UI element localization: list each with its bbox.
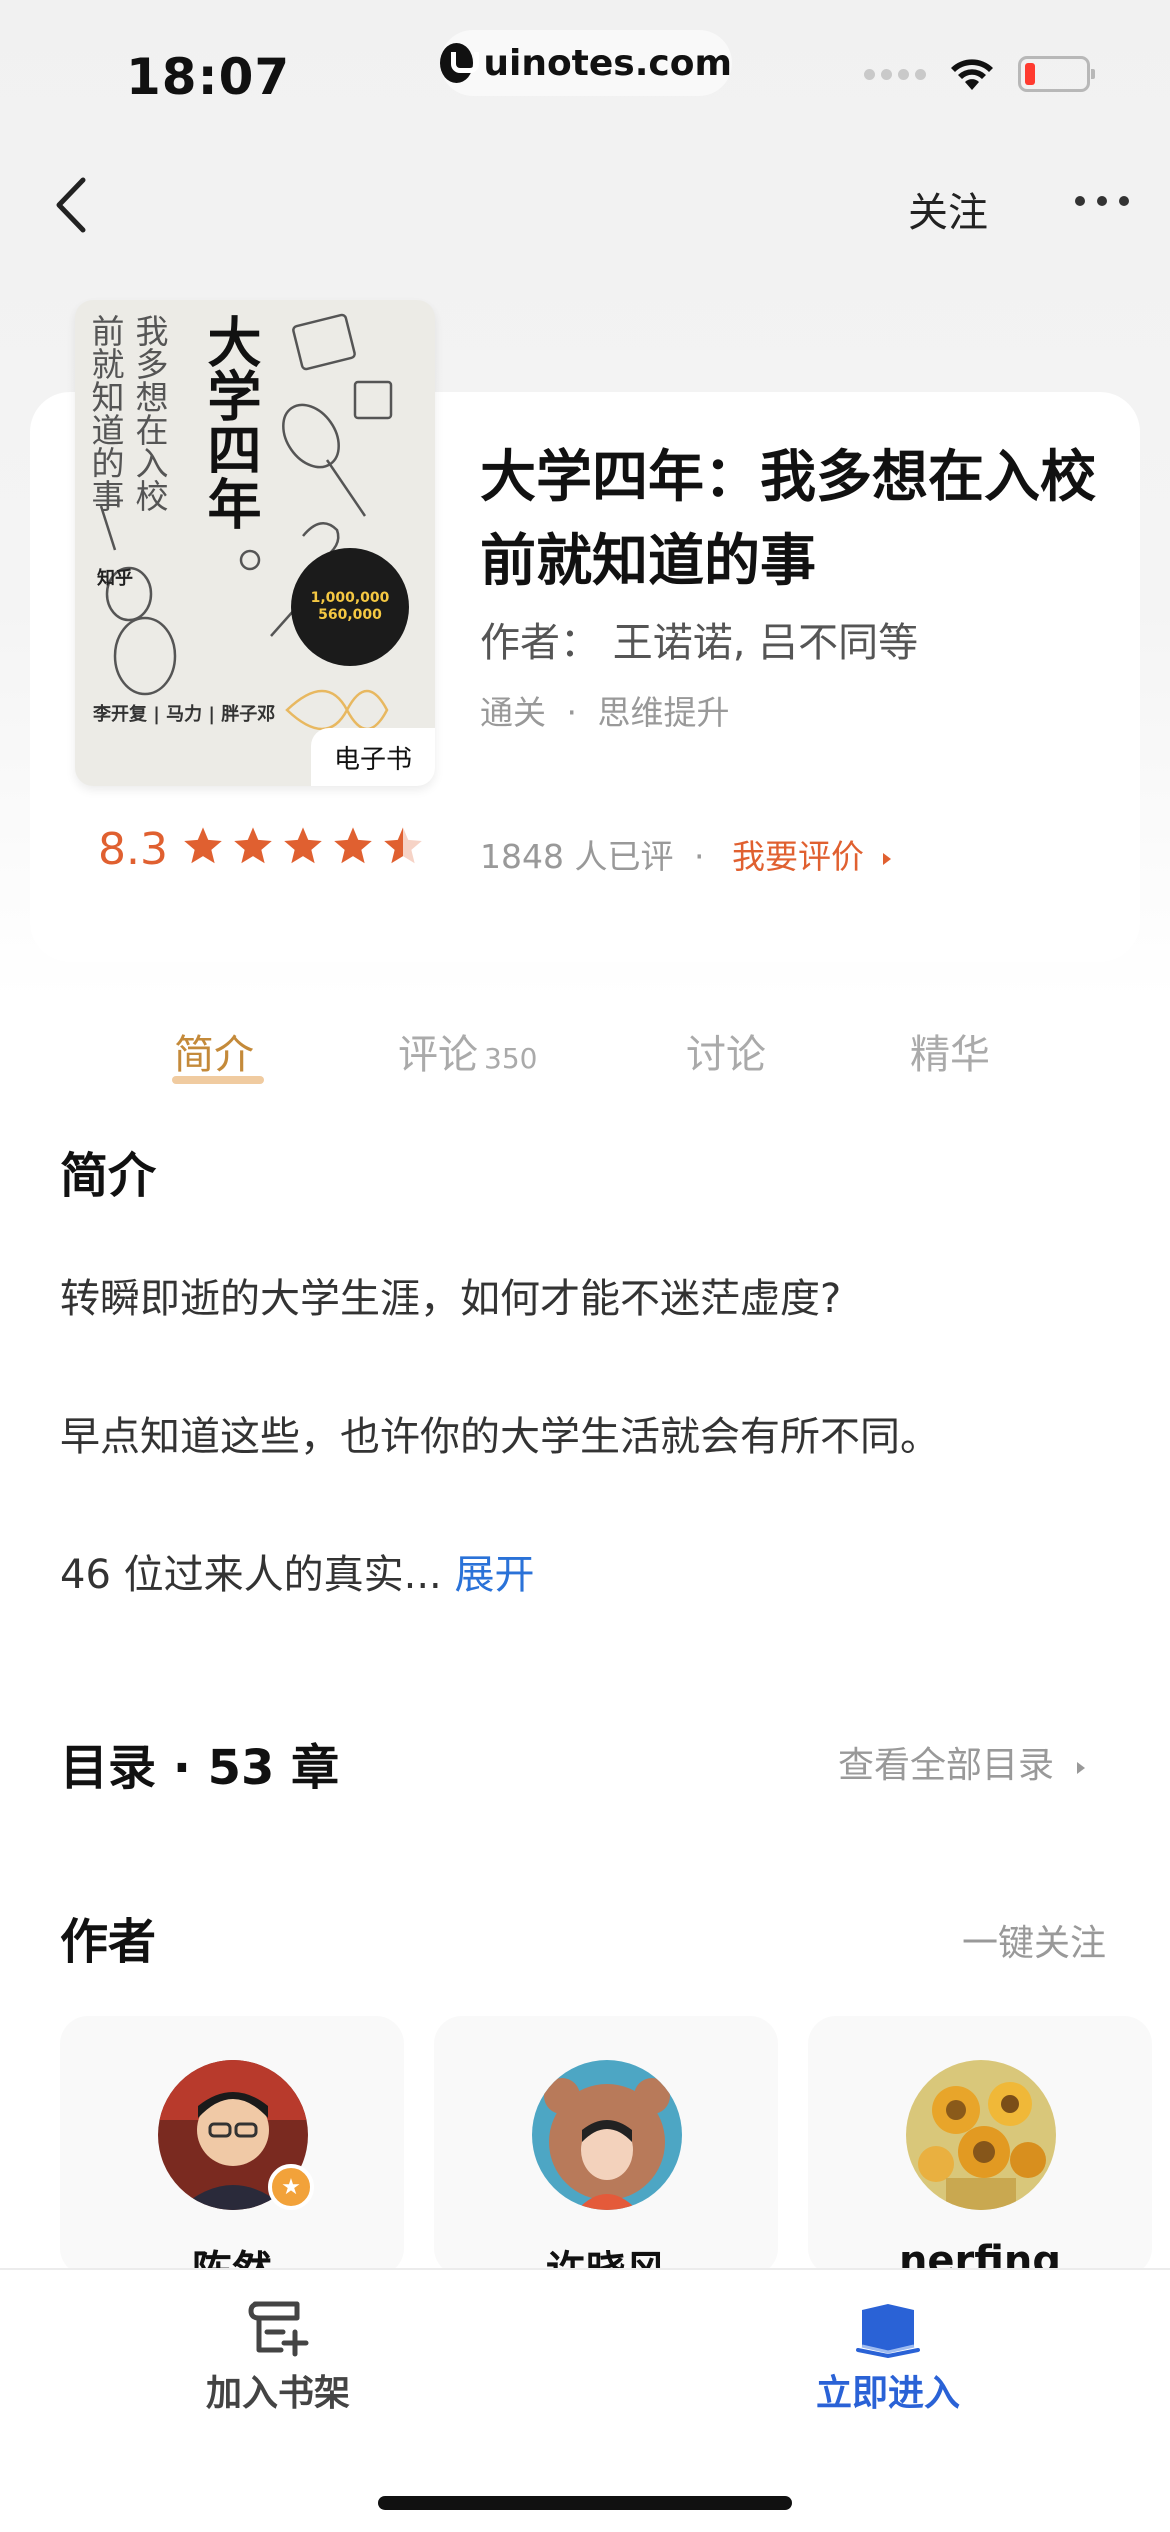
book-tag-2[interactable]: 思维提升 bbox=[598, 693, 730, 732]
home-indicator[interactable] bbox=[378, 2496, 792, 2510]
rating-count: 1848 人已评 · bbox=[480, 830, 704, 878]
status-time: 18:07 bbox=[126, 48, 291, 106]
book-author[interactable]: 作者： 王诺诺, 吕不同等 bbox=[480, 610, 918, 668]
url-pill[interactable]: uinotes.com bbox=[440, 30, 732, 96]
cover-badge-line1: 1,000,000 bbox=[310, 590, 390, 607]
caret-right-icon bbox=[882, 853, 891, 865]
authors-heading: 作者 bbox=[60, 1914, 157, 1970]
more-horizontal-icon bbox=[1075, 196, 1085, 206]
bookshelf-add-icon bbox=[248, 2301, 309, 2357]
intro-paragraph-3: 46 位过来人的真实... 展开 bbox=[60, 1542, 534, 1600]
svg-text:知乎: 知乎 bbox=[97, 567, 133, 589]
author-card[interactable]: ★ 陈然 bbox=[60, 2016, 404, 2294]
book-tag-1[interactable]: 通关 bbox=[480, 693, 546, 732]
view-catalog-link[interactable]: 查看全部目录 bbox=[838, 1736, 1089, 1788]
rate-button[interactable]: 我要评价 bbox=[732, 830, 895, 878]
tab-count: 350 bbox=[484, 1042, 538, 1075]
cellular-signal-icon bbox=[864, 68, 926, 80]
intro-paragraph-3-text: 46 位过来人的真实... bbox=[60, 1552, 442, 1598]
star-full-icon bbox=[284, 827, 322, 864]
back-button[interactable] bbox=[40, 170, 100, 240]
tab-comments[interactable]: 评论 350 bbox=[398, 1022, 537, 1080]
read-now-label: 立即进入 bbox=[816, 2373, 961, 2414]
more-options-button[interactable] bbox=[1075, 196, 1129, 206]
add-to-shelf-button[interactable]: 加入书架 bbox=[206, 2298, 350, 2416]
ebook-tag: 电子书 bbox=[311, 728, 435, 786]
cover-badge: 1,000,000 560,000 bbox=[291, 548, 409, 666]
add-to-shelf-label: 加入书架 bbox=[206, 2373, 351, 2414]
star-half-icon bbox=[384, 827, 422, 864]
tab-label: 精华 bbox=[910, 1032, 990, 1078]
author-card[interactable]: 许晓风 bbox=[434, 2016, 778, 2294]
tab-intro[interactable]: 简介 bbox=[174, 1022, 254, 1080]
avatar bbox=[906, 2060, 1056, 2210]
caret-right-icon bbox=[1077, 1762, 1086, 1774]
tab-highlights[interactable]: 精华 bbox=[910, 1022, 990, 1080]
book-cover[interactable]: 大学四年 我多想在入校 前就知道的事 知乎 1,000,000 560,000 … bbox=[75, 300, 435, 786]
battery-icon bbox=[1018, 56, 1095, 92]
verified-badge-icon: ★ bbox=[268, 2164, 314, 2210]
cover-badge-line2: 560,000 bbox=[318, 607, 382, 623]
cover-authors: 李开复 | 马力 | 胖子邓 bbox=[93, 704, 276, 725]
rating-stars bbox=[182, 826, 424, 866]
url-text: uinotes.com bbox=[483, 42, 732, 84]
rating-count-text: 1848 人已评 bbox=[480, 837, 674, 876]
expand-link[interactable]: 展开 bbox=[454, 1552, 534, 1598]
read-now-button[interactable]: 立即进入 bbox=[816, 2298, 960, 2416]
star-full-icon bbox=[234, 827, 272, 864]
book-tags: 通关 · 思维提升 bbox=[480, 686, 730, 734]
star-full-icon bbox=[184, 827, 222, 864]
follow-button[interactable]: 关注 bbox=[908, 180, 988, 238]
wifi-icon bbox=[951, 59, 993, 90]
catalog-heading[interactable]: 目录 · 53 章 bbox=[60, 1728, 339, 1798]
intro-heading: 简介 bbox=[60, 1148, 157, 1204]
tab-discussion[interactable]: 讨论 bbox=[686, 1022, 766, 1080]
tab-label: 评论 bbox=[398, 1032, 478, 1078]
follow-all-button[interactable]: 一键关注 bbox=[962, 1914, 1106, 1966]
status-indicators bbox=[864, 56, 1095, 92]
tab-label: 讨论 bbox=[686, 1032, 766, 1078]
tab-label: 简介 bbox=[174, 1032, 254, 1078]
rate-link-label: 我要评价 bbox=[732, 837, 864, 876]
intro-paragraph-2: 早点知道这些，也许你的大学生活就会有所不同。 bbox=[60, 1414, 940, 1460]
tag-separator: · bbox=[566, 693, 578, 732]
chevron-left-icon bbox=[56, 177, 86, 233]
intro-paragraph-1: 转瞬即逝的大学生涯，如何才能不迷茫虚度? bbox=[60, 1276, 842, 1322]
book-title: 大学四年：我多想在入校前就知道的事 bbox=[480, 445, 1096, 594]
rating-score: 8.3 bbox=[98, 824, 168, 875]
uinotes-logo-icon bbox=[440, 43, 480, 83]
rating-separator: · bbox=[693, 837, 705, 876]
author-card[interactable]: nerfing bbox=[808, 2016, 1152, 2284]
view-catalog-label: 查看全部目录 bbox=[838, 1745, 1055, 1786]
star-full-icon bbox=[334, 827, 372, 864]
tab-active-indicator bbox=[172, 1076, 264, 1084]
bottom-action-bar: 加入书架 立即进入 bbox=[0, 2268, 1170, 2532]
avatar bbox=[532, 2060, 682, 2210]
open-book-icon bbox=[856, 2304, 920, 2358]
